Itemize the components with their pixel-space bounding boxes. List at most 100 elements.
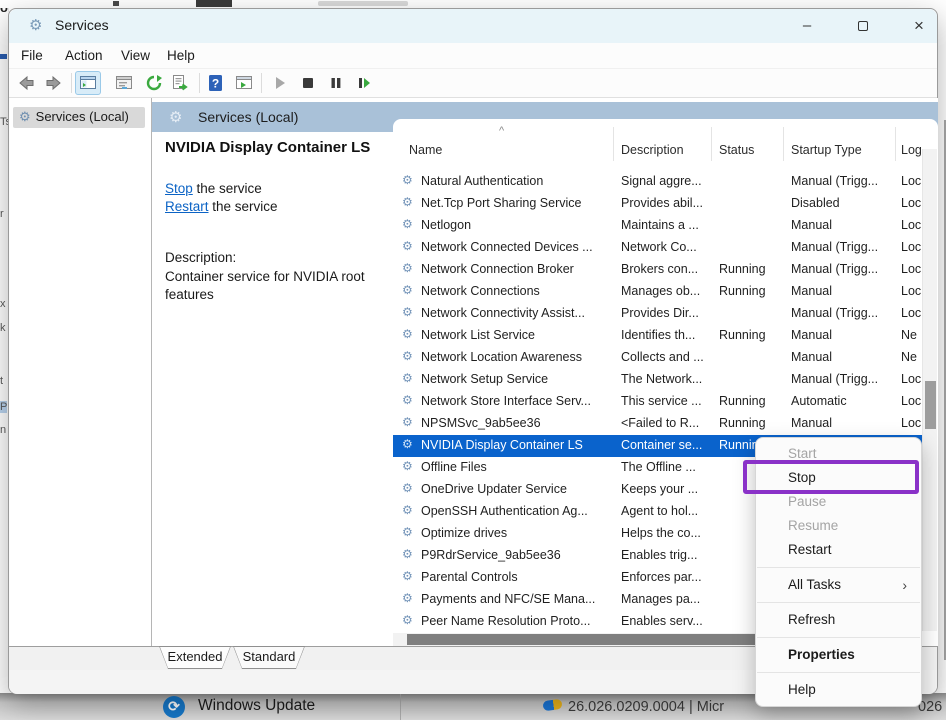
tab-extended[interactable]: Extended bbox=[159, 646, 231, 669]
cell-desc: Helps the co... bbox=[621, 526, 709, 540]
services-gear-icon: ⚙ bbox=[169, 108, 182, 126]
cell-name: Peer Name Resolution Proto... bbox=[421, 614, 611, 628]
context-menu-item-label: Properties bbox=[788, 647, 855, 662]
column-header-name[interactable]: Name bbox=[409, 143, 442, 161]
cell-startup: Manual bbox=[791, 416, 893, 430]
show-console-tree-icon[interactable] bbox=[75, 71, 101, 95]
maximize-button[interactable] bbox=[843, 11, 883, 41]
pause-service-icon[interactable] bbox=[323, 71, 349, 95]
service-gear-icon: ⚙ bbox=[402, 327, 413, 341]
start-service-icon[interactable] bbox=[267, 71, 293, 95]
table-row[interactable]: ⚙Network Connectivity Assist...Provides … bbox=[393, 303, 922, 325]
menu-view[interactable]: View bbox=[115, 43, 156, 69]
cell-log: Loc bbox=[901, 174, 922, 188]
column-divider bbox=[613, 127, 614, 161]
description-text: Container service for NVIDIA root featur… bbox=[165, 268, 390, 304]
vertical-scrollbar[interactable] bbox=[922, 149, 937, 631]
table-row[interactable]: ⚙ Network List Service Identifies th... Run… bbox=[393, 325, 922, 347]
vertical-scrollbar-thumb[interactable] bbox=[925, 381, 936, 429]
context-menu-separator bbox=[757, 637, 920, 638]
table-row[interactable]: ⚙NPSMSvc_9ab5ee36<Failed to R...RunningM… bbox=[393, 413, 922, 435]
cell-name: Net.Tcp Port Sharing Service bbox=[421, 196, 611, 210]
cell-desc: Enables serv... bbox=[621, 614, 709, 628]
forward-icon[interactable] bbox=[41, 71, 67, 95]
cell-name: Payments and NFC/SE Mana... bbox=[421, 592, 611, 606]
background-mark bbox=[196, 0, 232, 7]
table-row[interactable]: ⚙Network Connection BrokerBrokers con...… bbox=[393, 259, 922, 281]
service-gear-icon: ⚙ bbox=[402, 459, 413, 473]
stop-service-icon[interactable] bbox=[295, 71, 321, 95]
restart-service-link[interactable]: Restart bbox=[165, 199, 209, 214]
windows-update-label[interactable]: Windows Update bbox=[198, 697, 315, 715]
cell-log: Loc bbox=[901, 284, 922, 298]
toolbar: ? bbox=[9, 69, 937, 98]
restart-service-suffix: the service bbox=[209, 199, 278, 214]
minimize-button[interactable]: – bbox=[787, 11, 827, 41]
export-list-icon[interactable] bbox=[167, 71, 193, 95]
help-icon[interactable]: ? bbox=[203, 71, 229, 95]
table-row[interactable]: ⚙Network Setup ServiceThe Network...Manu… bbox=[393, 369, 922, 391]
stop-highlight-annotation bbox=[743, 460, 919, 494]
cell-status: Running bbox=[719, 328, 781, 342]
tab-standard[interactable]: Standard bbox=[233, 646, 305, 669]
cell-log: Loc bbox=[901, 372, 922, 386]
context-menu-item-refresh[interactable]: Refresh bbox=[756, 608, 921, 632]
service-gear-icon: ⚙ bbox=[402, 503, 413, 517]
toolbar-separator bbox=[199, 73, 200, 93]
cell-name: Optimize drives bbox=[421, 526, 611, 540]
service-action-links: Stop the service Restart the service bbox=[165, 180, 278, 216]
context-menu-item-properties[interactable]: Properties bbox=[756, 643, 921, 667]
column-header-description[interactable]: Description bbox=[621, 143, 684, 161]
cell-desc: Collects and ... bbox=[621, 350, 709, 364]
cell-startup: Manual (Trigg... bbox=[791, 372, 893, 386]
service-gear-icon: ⚙ bbox=[402, 569, 413, 583]
submenu-arrow-icon: › bbox=[902, 573, 907, 597]
cell-name: Offline Files bbox=[421, 460, 611, 474]
cell-startup: Disabled bbox=[791, 196, 893, 210]
table-row[interactable]: ⚙Network ConnectionsManages ob...Running… bbox=[393, 281, 922, 303]
menu-bar: File Action View Help bbox=[9, 43, 937, 69]
stop-service-suffix: the service bbox=[193, 181, 262, 196]
column-divider bbox=[783, 127, 784, 161]
cell-desc: Signal aggre... bbox=[621, 174, 709, 188]
menu-action[interactable]: Action bbox=[59, 43, 109, 69]
back-icon[interactable] bbox=[13, 71, 39, 95]
cell-name: OneDrive Updater Service bbox=[421, 482, 611, 496]
table-row[interactable]: ⚙Natural AuthenticationSignal aggre...Ma… bbox=[393, 171, 922, 193]
cell-status: Running bbox=[719, 284, 781, 298]
column-header-startup-type[interactable]: Startup Type bbox=[791, 143, 862, 161]
menu-help[interactable]: Help bbox=[161, 43, 201, 69]
table-row[interactable]: ⚙Network Connected Devices ...Network Co… bbox=[393, 237, 922, 259]
sort-ascending-icon: ^ bbox=[499, 125, 504, 137]
table-row[interactable]: ⚙NetlogonMaintains a ...ManualLoc bbox=[393, 215, 922, 237]
svg-text:?: ? bbox=[212, 77, 219, 91]
cell-name: Network Connection Broker bbox=[421, 262, 611, 276]
cell-log: Ne bbox=[901, 350, 922, 364]
context-menu-item-restart[interactable]: Restart bbox=[756, 538, 921, 562]
window-title: Services bbox=[55, 17, 109, 33]
stop-service-link[interactable]: Stop bbox=[165, 181, 193, 196]
toolbar-separator bbox=[71, 73, 72, 93]
context-menu-item-help[interactable]: Help bbox=[756, 678, 921, 702]
restart-service-icon[interactable] bbox=[351, 71, 377, 95]
menu-file[interactable]: File bbox=[15, 43, 49, 69]
cell-desc: The Network... bbox=[621, 372, 709, 386]
show-action-pane-icon[interactable] bbox=[231, 71, 257, 95]
properties-window-icon[interactable] bbox=[111, 71, 137, 95]
sidebar-item-services-local[interactable]: ⚙Services (Local) bbox=[13, 107, 145, 128]
context-menu-item-all-tasks[interactable]: All Tasks› bbox=[756, 573, 921, 597]
table-row[interactable]: ⚙Net.Tcp Port Sharing ServiceProvides ab… bbox=[393, 193, 922, 215]
cell-name: NVIDIA Display Container LS bbox=[421, 438, 611, 452]
cell-name: Network List Service bbox=[421, 328, 611, 342]
cell-startup: Manual (Trigg... bbox=[791, 174, 893, 188]
table-row[interactable]: ⚙Network Store Interface Serv...This ser… bbox=[393, 391, 922, 413]
cell-desc: Identifies th... bbox=[621, 328, 709, 342]
column-header-log-on-as[interactable]: Log bbox=[901, 143, 922, 161]
cell-log: Loc bbox=[901, 416, 922, 430]
close-button[interactable]: × bbox=[899, 11, 939, 41]
cell-status: Running bbox=[719, 262, 781, 276]
column-header-status[interactable]: Status bbox=[719, 143, 754, 161]
table-row[interactable]: ⚙Network Location AwarenessCollects and … bbox=[393, 347, 922, 369]
refresh-icon[interactable] bbox=[141, 71, 167, 95]
service-gear-icon: ⚙ bbox=[402, 173, 413, 187]
